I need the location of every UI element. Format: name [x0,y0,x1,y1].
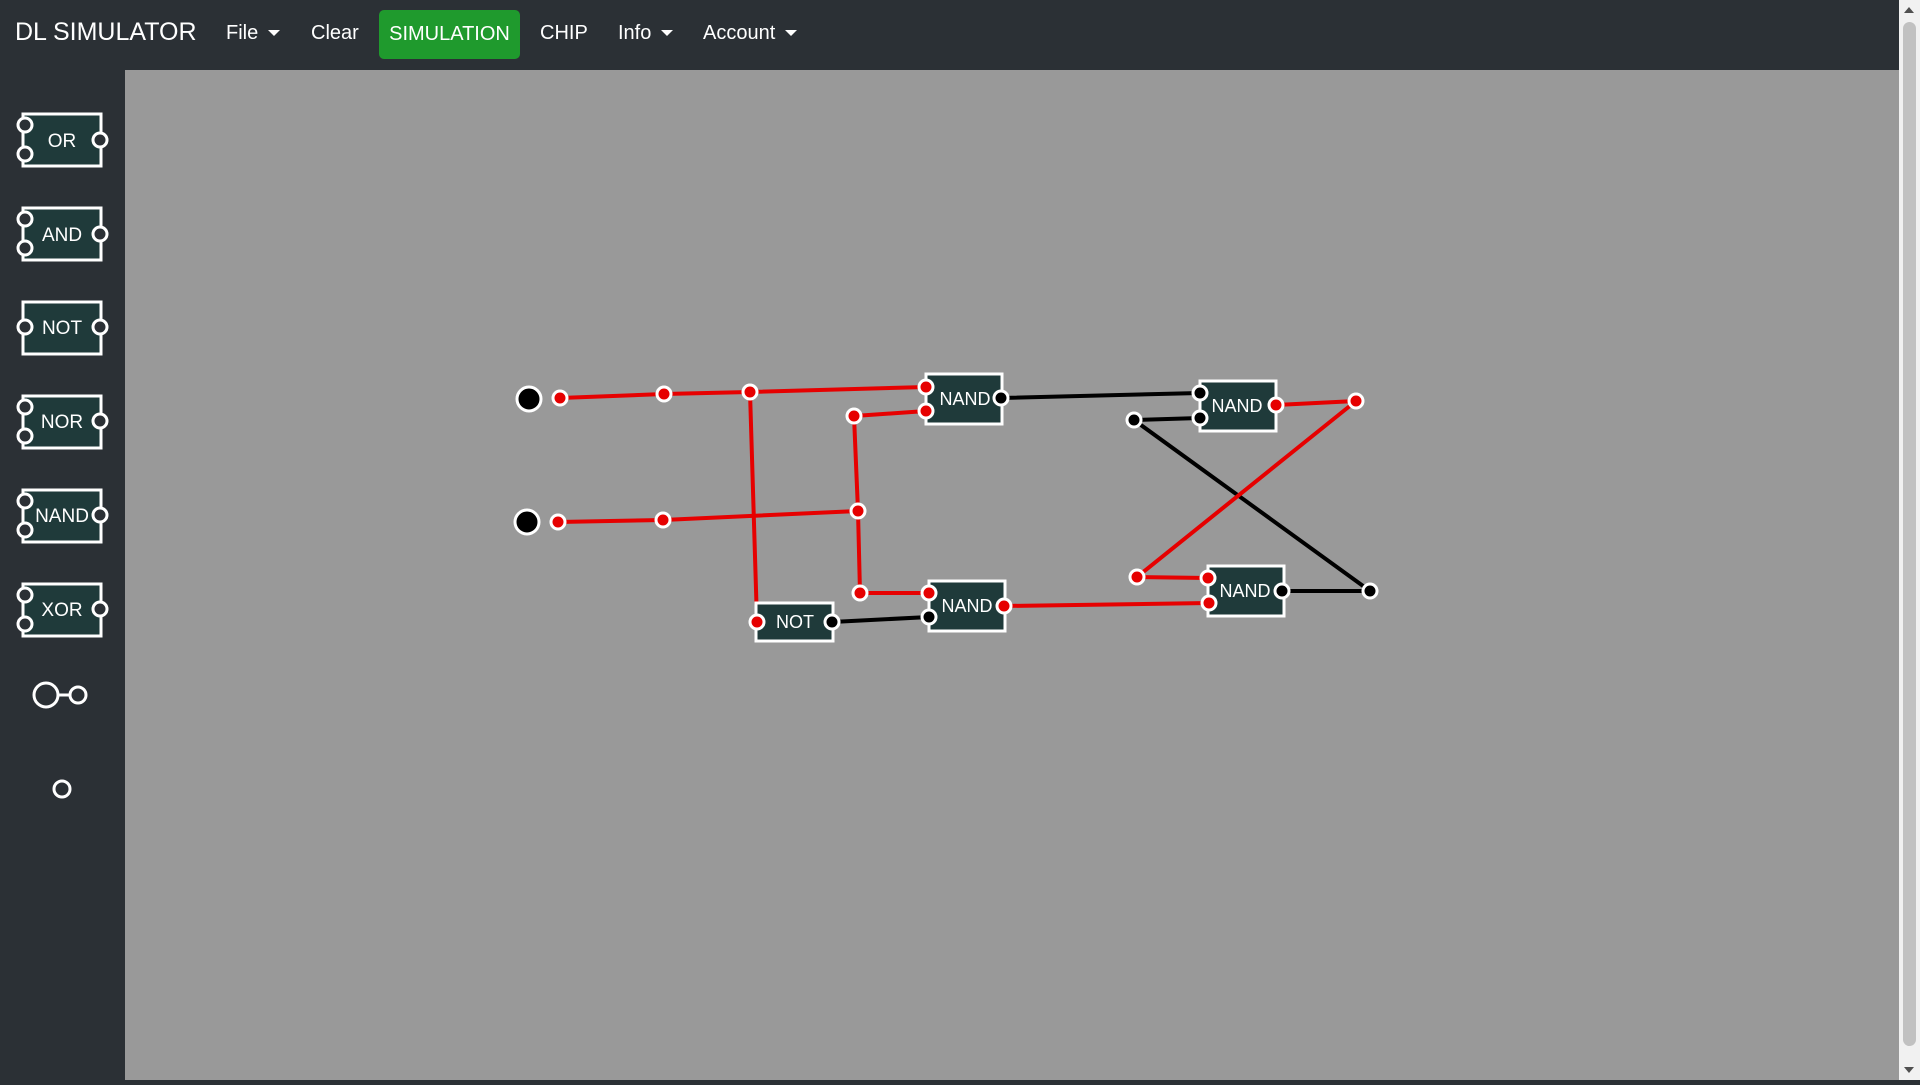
wire-input-a-to-not[interactable] [748,390,759,624]
pin-node[interactable] [995,597,1013,615]
pin-node[interactable] [1273,582,1291,600]
palette-xor-gate[interactable]: XOR [16,582,109,638]
pin-node[interactable] [1199,569,1217,587]
palette-svg: OR AND NOT NOR NAND XOR [16,112,109,799]
pin-node[interactable] [655,385,673,403]
pin-node[interactable] [920,584,938,602]
palette-not-label: NOT [42,318,83,339]
chevron-down-icon [661,30,674,36]
palette-nor-gate[interactable]: NOR [16,394,109,450]
nand-gate-top-left[interactable]: NAND [924,372,1004,426]
pin-node[interactable] [1267,396,1285,414]
info-menu-label: Info [618,22,652,44]
pin-node[interactable] [1128,568,1146,586]
wire-nand-top-output[interactable] [999,391,1202,400]
wire-input-b[interactable] [556,509,860,524]
input-switch-b[interactable] [513,508,541,536]
not-gate[interactable]: NOT [754,601,835,643]
account-menu[interactable]: Account [703,22,798,45]
vertical-scrollbar[interactable] [1899,0,1920,1080]
component-palette: OR AND NOT NOR NAND XOR [0,70,125,1080]
pin-node[interactable] [849,502,867,520]
wire-not-output[interactable] [830,615,931,624]
nand-gate-bottom-left-label: NAND [941,596,992,616]
pin-node[interactable] [1125,411,1143,429]
circuit-svg[interactable]: NAND NAND NOT NAND NAND [125,70,1899,1080]
wire-b-to-nand-bottom[interactable] [856,509,931,595]
palette-and-label: AND [42,225,82,246]
account-menu-label: Account [703,22,776,44]
nand-gate-top-right[interactable]: NAND [1198,379,1278,433]
palette-or-label: OR [48,131,77,152]
pin-node[interactable] [992,389,1010,407]
circuit-canvas[interactable]: NAND NAND NOT NAND NAND [125,70,1899,1080]
chevron-down-icon [785,30,798,36]
pin-node[interactable] [1191,409,1209,427]
wire-nand-bottom-output[interactable] [1002,601,1211,608]
nand-gate-bottom-left[interactable]: NAND [927,579,1007,633]
scrollbar-thumb[interactable] [1903,22,1916,1046]
pin-node[interactable] [1200,594,1218,612]
palette-output-node[interactable] [52,779,72,799]
clear-button[interactable]: Clear [311,22,359,45]
pin-node[interactable] [917,378,935,396]
chevron-down-icon [268,30,281,36]
pin-node[interactable] [851,584,869,602]
wire-b-to-nand-top[interactable] [852,409,928,513]
pin-node[interactable] [549,513,567,531]
nand-gate-bottom-right-label: NAND [1219,581,1270,601]
pin-node[interactable] [1347,392,1365,410]
pin-node[interactable] [741,383,759,401]
not-gate-label: NOT [776,612,814,632]
pin-node[interactable] [920,608,938,626]
pin-node[interactable] [845,407,863,425]
file-menu-label: File [226,22,259,44]
pin-node[interactable] [551,389,569,407]
nand-gate-bottom-right[interactable]: NAND [1206,564,1286,618]
pin-node[interactable] [1361,582,1379,600]
pin-node[interactable] [823,613,841,631]
palette-not-gate[interactable]: NOT [16,300,109,356]
pin-node[interactable] [917,402,935,420]
app-title[interactable]: DL SIMULATOR [15,18,197,47]
simulation-button[interactable]: SIMULATION [379,10,520,59]
input-switch-a[interactable] [515,385,543,413]
top-navbar: DL SIMULATOR File Clear SIMULATION CHIP … [0,0,1899,70]
scroll-up-arrow-icon[interactable] [1904,7,1914,13]
pin-node[interactable] [654,511,672,529]
palette-nand-gate[interactable]: NAND [16,488,109,544]
chip-button[interactable]: CHIP [540,22,588,45]
scroll-down-arrow-icon[interactable] [1904,1067,1914,1073]
palette-and-gate[interactable]: AND [16,206,109,262]
nand-gate-top-left-label: NAND [939,389,990,409]
palette-or-gate[interactable]: OR [16,112,109,168]
info-menu[interactable]: Info [618,22,674,45]
palette-xor-label: XOR [41,600,82,621]
palette-nand-label: NAND [35,506,89,527]
palette-nor-label: NOR [41,412,83,433]
pin-node[interactable] [1191,384,1209,402]
palette-input-switch[interactable] [32,681,88,709]
file-menu[interactable]: File [226,22,281,45]
pin-node[interactable] [748,613,766,631]
nand-gate-top-right-label: NAND [1211,396,1262,416]
